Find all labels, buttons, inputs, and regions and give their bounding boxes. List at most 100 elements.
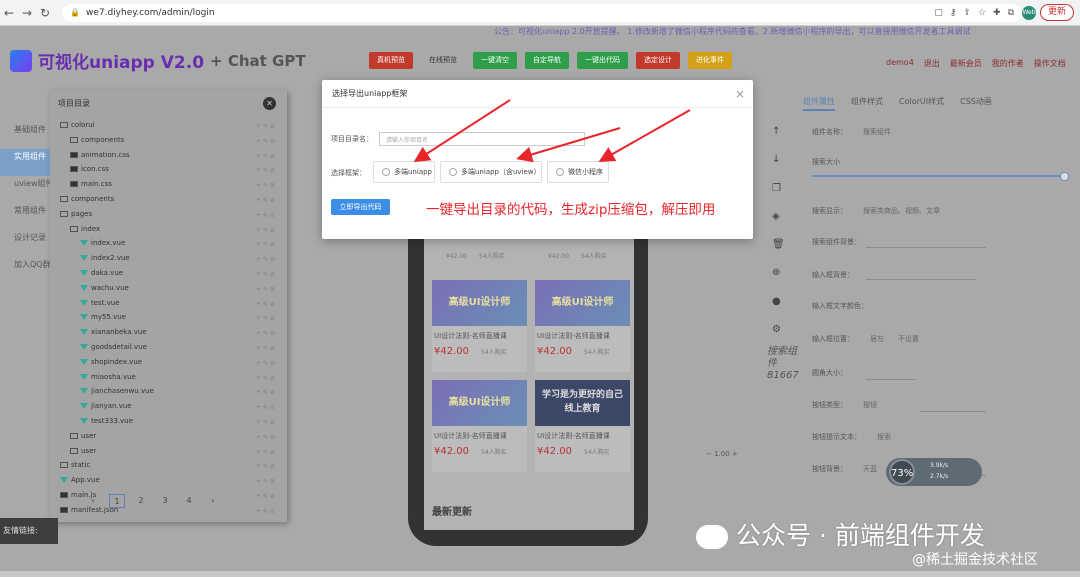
property-value[interactable]: 按钮 — [863, 401, 877, 409]
property-tab[interactable]: 组件属性 — [803, 96, 835, 111]
tree-row[interactable]: static — [60, 461, 90, 475]
product-card[interactable]: 高级UI设计师 UI设计法则-名师直播课 ¥42.00 54人购买 — [432, 380, 527, 472]
property-tab[interactable]: ColorUI样式 — [899, 96, 944, 111]
row-actions-icon[interactable]: + ✎ ⊘ — [256, 389, 275, 396]
update-button[interactable]: 更新 — [1039, 4, 1074, 21]
toolbar-button[interactable]: 一键出代码 — [577, 52, 628, 69]
row-actions-icon[interactable]: + ✎ ⊘ — [256, 493, 275, 500]
export-code-button[interactable]: 立即导出代码 — [331, 199, 390, 215]
row-actions-icon[interactable]: + ✎ ⊘ — [256, 434, 275, 441]
property-tab[interactable]: CSS动画 — [960, 96, 992, 111]
row-actions-icon[interactable]: + ✎ ⊘ — [256, 345, 275, 352]
target-icon[interactable]: ⊕ — [772, 267, 780, 278]
tree-row[interactable]: user — [70, 447, 96, 461]
page-number[interactable]: 4 — [181, 494, 197, 508]
back-icon[interactable]: ← — [0, 6, 18, 20]
top-link[interactable]: 退出 — [924, 58, 940, 69]
option-uniapp-uview[interactable]: 多端uniapp（含uview） — [440, 161, 542, 183]
tree-row[interactable]: animation.css — [70, 151, 130, 165]
toolbar-button[interactable]: 一键清空 — [473, 52, 517, 69]
row-actions-icon[interactable]: + ✎ ⊘ — [256, 315, 275, 322]
tree-row[interactable]: goodsdetail.vue — [80, 343, 147, 357]
tree-row[interactable]: user — [70, 432, 96, 446]
tree-row[interactable]: test.vue — [80, 299, 120, 313]
top-link[interactable]: 操作文档 — [1034, 58, 1066, 69]
property-tab[interactable]: 组件样式 — [851, 96, 883, 111]
property-value[interactable]: 搜索类商品、视频、文章 — [863, 207, 940, 215]
row-actions-icon[interactable]: + ✎ ⊘ — [256, 478, 275, 485]
tree-row[interactable]: components — [70, 136, 124, 150]
top-link[interactable]: 最新会员 — [950, 58, 982, 69]
move-down-icon[interactable]: ↓ — [772, 154, 780, 165]
row-actions-icon[interactable]: + ✎ ⊘ — [256, 286, 275, 293]
product-card[interactable]: 学习是为更好的自己 线上教育 UI设计法则-名师直播课 ¥42.00 54人购买 — [535, 380, 630, 472]
tree-row[interactable]: main.css — [70, 180, 112, 194]
top-link[interactable]: 我的作者 — [992, 58, 1024, 69]
row-actions-icon[interactable]: + ✎ ⊘ — [256, 212, 275, 219]
tree-row[interactable]: shopindex.vue — [80, 358, 142, 372]
project-name-input[interactable]: 请输入你项目名 — [379, 132, 585, 146]
tree-row[interactable]: miaosha.vue — [80, 373, 136, 387]
toolbar-button[interactable]: 自定导航 — [525, 52, 569, 69]
row-actions-icon[interactable]: + ✎ ⊘ — [256, 153, 275, 160]
search-size-slider[interactable] — [812, 172, 1069, 181]
row-actions-icon[interactable]: + ✎ ⊘ — [256, 449, 275, 456]
tree-row[interactable]: index2.vue — [80, 254, 130, 268]
extension-icon[interactable]: ✚ — [993, 8, 1001, 18]
modal-close-icon[interactable]: × — [735, 80, 745, 108]
top-link[interactable]: demo4 — [886, 58, 914, 69]
property-value[interactable]: 居左 不设置 — [870, 335, 919, 343]
row-actions-icon[interactable]: + ✎ ⊘ — [256, 404, 275, 411]
record-icon[interactable]: ● — [772, 296, 781, 307]
toolbar-button[interactable]: 选定设计 — [636, 52, 680, 69]
property-value[interactable]: 搜索 — [877, 433, 891, 441]
row-actions-icon[interactable]: + ✎ ⊘ — [256, 123, 275, 130]
page-number[interactable]: 1 — [109, 494, 125, 508]
row-actions-icon[interactable]: + ✎ ⊘ — [256, 227, 275, 234]
option-uniapp[interactable]: 多端uniapp — [373, 161, 435, 183]
tree-row[interactable]: wachu.vue — [80, 284, 129, 298]
next-page-icon[interactable]: › — [205, 494, 221, 508]
toolbar-button[interactable]: 进化事件 — [688, 52, 732, 69]
tree-row[interactable]: jianyan.vue — [80, 402, 132, 416]
tree-row[interactable]: pages — [60, 210, 92, 224]
tree-row[interactable]: my55.vue — [80, 313, 126, 327]
tree-row[interactable]: xiananbeka.vue — [80, 328, 147, 342]
page-number[interactable]: 3 — [157, 494, 173, 508]
row-actions-icon[interactable]: + ✎ ⊘ — [256, 330, 275, 337]
button-type-select[interactable] — [920, 400, 986, 412]
tree-row[interactable]: index — [70, 225, 100, 239]
tree-row[interactable]: colorui — [60, 121, 95, 135]
share-icon[interactable]: ⇪ — [963, 8, 971, 18]
tree-row[interactable]: test333.vue — [80, 417, 133, 431]
tree-row[interactable]: index.vue — [80, 239, 125, 253]
star-icon[interactable]: ☆ — [978, 8, 986, 18]
row-actions-icon[interactable]: + ✎ ⊘ — [256, 419, 275, 426]
move-up-icon[interactable]: ↑ — [772, 126, 780, 137]
delete-icon[interactable]: 🗑 — [772, 239, 785, 250]
close-icon[interactable]: ✕ — [263, 97, 276, 110]
reload-icon[interactable]: ↻ — [36, 6, 54, 20]
radius-select[interactable] — [866, 368, 916, 380]
puzzle-icon[interactable]: ⧉ — [1008, 8, 1014, 18]
toolbar-button[interactable]: 真机预览 — [369, 52, 413, 69]
row-actions-icon[interactable]: + ✎ ⊘ — [256, 182, 275, 189]
row-actions-icon[interactable]: + ✎ ⊘ — [256, 167, 275, 174]
prev-page-icon[interactable]: ‹ — [85, 494, 101, 508]
address-bar[interactable]: 🔒 we7.diyhey.com/admin/login ▢ ⚷ ⇪ ☆ ✚ ⧉ — [62, 3, 1022, 22]
row-actions-icon[interactable]: + ✎ ⊘ — [256, 463, 275, 470]
page-number[interactable]: 2 — [133, 494, 149, 508]
row-actions-icon[interactable]: + ✎ ⊘ — [256, 508, 275, 515]
tree-row[interactable]: App.vue — [60, 476, 100, 490]
search-bg-select[interactable] — [866, 236, 986, 248]
row-actions-icon[interactable]: + ✎ ⊘ — [256, 360, 275, 367]
style-icon[interactable]: ◈ — [772, 211, 780, 222]
property-value[interactable]: 搜索组件 — [863, 128, 891, 136]
forward-icon[interactable]: → — [18, 6, 36, 20]
row-actions-icon[interactable]: + ✎ ⊘ — [256, 301, 275, 308]
copy-icon[interactable]: ❐ — [772, 183, 781, 194]
property-value[interactable]: 天蓝 — [863, 465, 877, 473]
tree-row[interactable]: daka.vue — [80, 269, 123, 283]
row-actions-icon[interactable]: + ✎ ⊘ — [256, 197, 275, 204]
product-card[interactable]: 高级UI设计师 UI设计法则-名师直播课 ¥42.00 54人购买 — [535, 280, 630, 372]
